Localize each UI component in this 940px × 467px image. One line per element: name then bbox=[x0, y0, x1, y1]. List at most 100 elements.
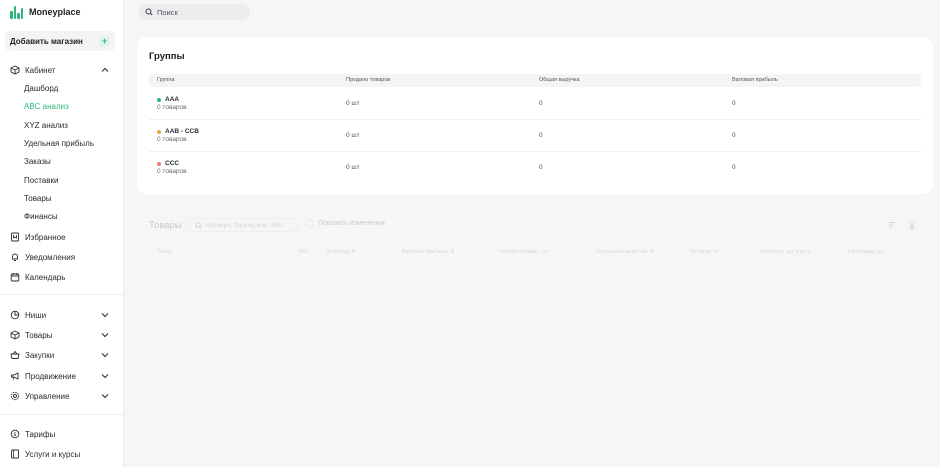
nav-products[interactable]: Товары bbox=[10, 328, 114, 342]
sidebar-divider bbox=[0, 414, 124, 415]
download-icon bbox=[909, 221, 915, 229]
radio-icon bbox=[305, 219, 314, 228]
status-dot bbox=[157, 97, 161, 102]
gear-icon bbox=[10, 391, 20, 401]
sidebar-item-finance[interactable]: Финансы bbox=[24, 211, 58, 223]
nav-purchases-label: Закупки bbox=[25, 350, 55, 360]
chevron-up-icon[interactable] bbox=[100, 65, 110, 75]
sidebar-item-xyz-analysis[interactable]: XYZ анализ bbox=[24, 120, 68, 132]
nav-management[interactable]: Управление bbox=[10, 389, 114, 403]
sidebar-item-unit-profit[interactable]: Удельная прибыль bbox=[24, 138, 94, 150]
status-dot bbox=[157, 161, 161, 166]
megaphone-icon bbox=[10, 371, 20, 381]
chevron-down-icon[interactable] bbox=[100, 330, 110, 340]
column-stock: Остатки, % bbox=[690, 249, 719, 255]
column-lost-revenue: Упущенная выручка, ₽ bbox=[596, 249, 654, 255]
sidebar-item-orders[interactable]: Заказы bbox=[24, 156, 51, 168]
table-row[interactable]: CCC 0 товаров 0 шт 0 0 bbox=[149, 152, 921, 184]
revenue-value: 0 bbox=[539, 100, 543, 107]
nav-promotion[interactable]: Продвижение bbox=[10, 369, 114, 383]
nav-purchases[interactable]: Закупки bbox=[10, 348, 114, 362]
revenue-value: 0 bbox=[539, 164, 543, 171]
sold-value: 0 шт bbox=[346, 100, 360, 107]
nav-cabinet-label: Кабинет bbox=[25, 65, 56, 75]
column-revenue: Общая выручка bbox=[539, 77, 580, 83]
sort-button[interactable] bbox=[885, 218, 899, 232]
products-title: Товары bbox=[149, 220, 182, 231]
group-name-text: AAB - CCB bbox=[165, 128, 199, 135]
column-revenue: Выручка, ₽ bbox=[327, 249, 356, 255]
nav-notifications[interactable]: Уведомления bbox=[10, 250, 114, 264]
app-name: Moneyplace bbox=[29, 7, 81, 17]
sort-icon bbox=[888, 222, 896, 228]
sidebar-divider bbox=[0, 294, 124, 295]
nav-niches-label: Ниши bbox=[25, 310, 47, 320]
sidebar-item-supplies[interactable]: Поставки bbox=[24, 175, 58, 187]
products-section: Товары Артикул, баркод или SKU Показать … bbox=[137, 207, 933, 267]
pie-chart-icon bbox=[10, 310, 20, 320]
group-count: 0 товаров bbox=[157, 136, 187, 143]
column-sales-qty: Кол-во продаж, шт bbox=[500, 249, 548, 255]
add-store-button[interactable]: Добавить магазин + bbox=[5, 31, 115, 51]
nav-calendar[interactable]: Календарь bbox=[10, 270, 114, 284]
profit-value: 0 bbox=[732, 100, 736, 107]
app-logo[interactable]: Moneyplace bbox=[10, 5, 81, 19]
group-count: 0 товаров bbox=[157, 104, 187, 111]
column-in-stock: На складе, шт bbox=[848, 249, 885, 255]
column-abc: ABC bbox=[298, 249, 310, 255]
group-count: 0 товаров bbox=[157, 168, 187, 175]
group-name: CCC bbox=[157, 160, 179, 167]
nav-services[interactable]: Услуги и курсы bbox=[10, 447, 114, 461]
nav-tariffs[interactable]: $ Тарифы bbox=[10, 427, 114, 441]
groups-title: Группы bbox=[149, 51, 185, 62]
show-changes-label: Показать изменения bbox=[318, 220, 385, 227]
nav-management-label: Управление bbox=[25, 391, 70, 401]
nav-cabinet[interactable]: Кабинет bbox=[10, 63, 114, 77]
table-row[interactable]: AAA 0 товаров 0 шт 0 0 bbox=[149, 88, 921, 120]
download-button[interactable] bbox=[905, 218, 919, 232]
chevron-down-icon[interactable] bbox=[100, 350, 110, 360]
column-sold: Продано товаров bbox=[346, 77, 391, 83]
group-name: AAB - CCB bbox=[157, 128, 199, 135]
products-search-placeholder: Артикул, баркод или SKU bbox=[206, 221, 283, 229]
nav-notifications-label: Уведомления bbox=[25, 252, 76, 262]
table-row[interactable]: AAB - CCB 0 товаров 0 шт 0 0 bbox=[149, 120, 921, 152]
sidebar-item-products[interactable]: Товары bbox=[24, 193, 52, 205]
nav-calendar-label: Календарь bbox=[25, 272, 66, 282]
products-search[interactable]: Артикул, баркод или SKU bbox=[188, 218, 298, 232]
search-input[interactable] bbox=[157, 7, 242, 17]
dollar-icon: $ bbox=[10, 429, 20, 439]
book-icon bbox=[10, 449, 20, 459]
groups-table-header: Группа Продано товаров Общая выручка Вал… bbox=[149, 74, 921, 87]
sold-value: 0 шт bbox=[346, 164, 360, 171]
profit-value: 0 bbox=[732, 132, 736, 139]
nav-services-label: Услуги и курсы bbox=[25, 449, 81, 459]
logo-icon bbox=[10, 5, 24, 19]
column-speed: Скорость, шт в день bbox=[760, 249, 812, 255]
calendar-icon bbox=[10, 272, 20, 282]
nav-favorites[interactable]: Избранное bbox=[10, 230, 114, 244]
column-gross-profit: Валовая прибыль, ₽ bbox=[402, 249, 455, 255]
groups-card: Группы Группа Продано товаров Общая выру… bbox=[137, 37, 933, 194]
column-group: Группа bbox=[157, 77, 175, 83]
nav-products-label: Товары bbox=[25, 330, 53, 340]
search-icon bbox=[145, 8, 153, 16]
chevron-down-icon[interactable] bbox=[100, 391, 110, 401]
chevron-down-icon[interactable] bbox=[100, 310, 110, 320]
revenue-value: 0 bbox=[539, 132, 543, 139]
column-product: Товар bbox=[157, 249, 172, 255]
profit-value: 0 bbox=[732, 164, 736, 171]
chevron-down-icon[interactable] bbox=[100, 371, 110, 381]
basket-icon bbox=[10, 350, 20, 360]
bookmark-icon bbox=[10, 232, 20, 242]
sold-value: 0 шт bbox=[346, 132, 360, 139]
show-changes-toggle[interactable]: Показать изменения bbox=[305, 219, 385, 228]
nav-niches[interactable]: Ниши bbox=[10, 308, 114, 322]
sidebar-item-abc-analysis[interactable]: ABC анализ bbox=[24, 101, 69, 113]
group-name: AAA bbox=[157, 96, 179, 103]
sidebar-item-dashboard[interactable]: Дашборд bbox=[24, 83, 58, 95]
box-icon bbox=[10, 65, 20, 75]
nav-promotion-label: Продвижение bbox=[25, 371, 76, 381]
search-icon bbox=[195, 221, 202, 229]
global-search[interactable] bbox=[139, 4, 250, 20]
